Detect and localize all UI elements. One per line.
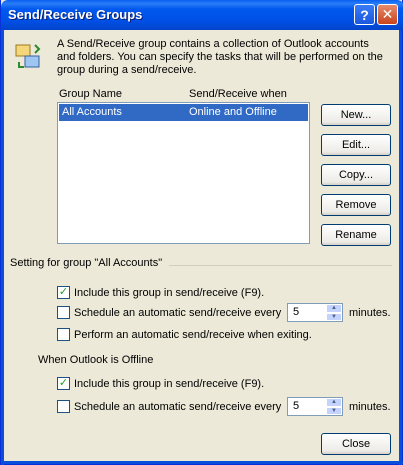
- close-window-button[interactable]: ✕: [377, 4, 398, 25]
- online-minutes-value[interactable]: 5: [293, 306, 299, 318]
- spin-up-icon[interactable]: ▲: [326, 398, 342, 407]
- online-include-label: Include this group in send/receive (F9).: [74, 286, 265, 299]
- list-item[interactable]: All Accounts Online and Offline: [59, 104, 308, 121]
- group-name-cell: All Accounts: [62, 106, 122, 118]
- offline-schedule-row[interactable]: Schedule an automatic send/receive every: [57, 400, 281, 413]
- settings-divider: [169, 265, 392, 266]
- online-minutes-stepper[interactable]: 5 ▲ ▼: [287, 303, 343, 322]
- spin-down-icon[interactable]: ▼: [326, 312, 342, 321]
- spin-up-icon[interactable]: ▲: [326, 304, 342, 313]
- online-exit-label: Perform an automatic send/receive when e…: [74, 328, 312, 341]
- window-frame-bottom: [1, 461, 403, 464]
- close-button[interactable]: Close: [321, 433, 391, 455]
- offline-minutes-value[interactable]: 5: [293, 400, 299, 412]
- send-receive-when-cell: Online and Offline: [189, 106, 277, 118]
- offline-schedule-label: Schedule an automatic send/receive every: [74, 400, 282, 413]
- online-schedule-row[interactable]: Schedule an automatic send/receive every: [57, 306, 281, 319]
- online-spin-buttons[interactable]: ▲ ▼: [326, 304, 342, 321]
- offline-schedule-checkbox[interactable]: [57, 400, 70, 413]
- title-bar[interactable]: Send/Receive Groups ? ✕: [1, 0, 403, 30]
- groups-list[interactable]: All Accounts Online and Offline: [57, 102, 310, 244]
- online-exit-row[interactable]: Perform an automatic send/receive when e…: [57, 328, 312, 341]
- edit-button[interactable]: Edit...: [321, 134, 391, 156]
- spin-down-icon[interactable]: ▼: [326, 406, 342, 415]
- new-button[interactable]: New...: [321, 104, 391, 126]
- offline-minutes-stepper[interactable]: 5 ▲ ▼: [287, 397, 343, 416]
- offline-group-label: When Outlook is Offline: [38, 354, 154, 366]
- column-header-send-receive-when[interactable]: Send/Receive when: [189, 88, 287, 100]
- send-receive-groups-dialog: Send/Receive Groups ? ✕ A Send/Receive g…: [0, 0, 403, 465]
- online-include-checkbox[interactable]: ✓: [57, 286, 70, 299]
- offline-include-label: Include this group in send/receive (F9).: [74, 377, 265, 390]
- offline-include-row[interactable]: ✓ Include this group in send/receive (F9…: [57, 377, 264, 390]
- online-include-row[interactable]: ✓ Include this group in send/receive (F9…: [57, 286, 264, 299]
- close-icon: ✕: [381, 6, 394, 22]
- dialog-description: A Send/Receive group contains a collecti…: [57, 38, 383, 76]
- copy-button[interactable]: Copy...: [321, 164, 391, 186]
- online-schedule-label: Schedule an automatic send/receive every: [74, 306, 282, 319]
- column-header-group-name[interactable]: Group Name: [59, 88, 122, 100]
- offline-include-checkbox[interactable]: ✓: [57, 377, 70, 390]
- window-title: Send/Receive Groups: [8, 7, 143, 22]
- online-exit-checkbox[interactable]: [57, 328, 70, 341]
- settings-group-label: Setting for group "All Accounts": [10, 257, 163, 269]
- help-icon: ?: [360, 6, 369, 23]
- offline-minutes-unit: minutes.: [349, 401, 391, 413]
- window-frame-right: [399, 30, 402, 465]
- send-receive-groups-icon: [15, 44, 41, 68]
- window-frame-left: [1, 30, 4, 465]
- rename-button[interactable]: Rename: [321, 224, 391, 246]
- remove-button[interactable]: Remove: [321, 194, 391, 216]
- online-schedule-checkbox[interactable]: [57, 306, 70, 319]
- offline-spin-buttons[interactable]: ▲ ▼: [326, 398, 342, 415]
- help-button[interactable]: ?: [354, 4, 375, 25]
- online-minutes-unit: minutes.: [349, 307, 391, 319]
